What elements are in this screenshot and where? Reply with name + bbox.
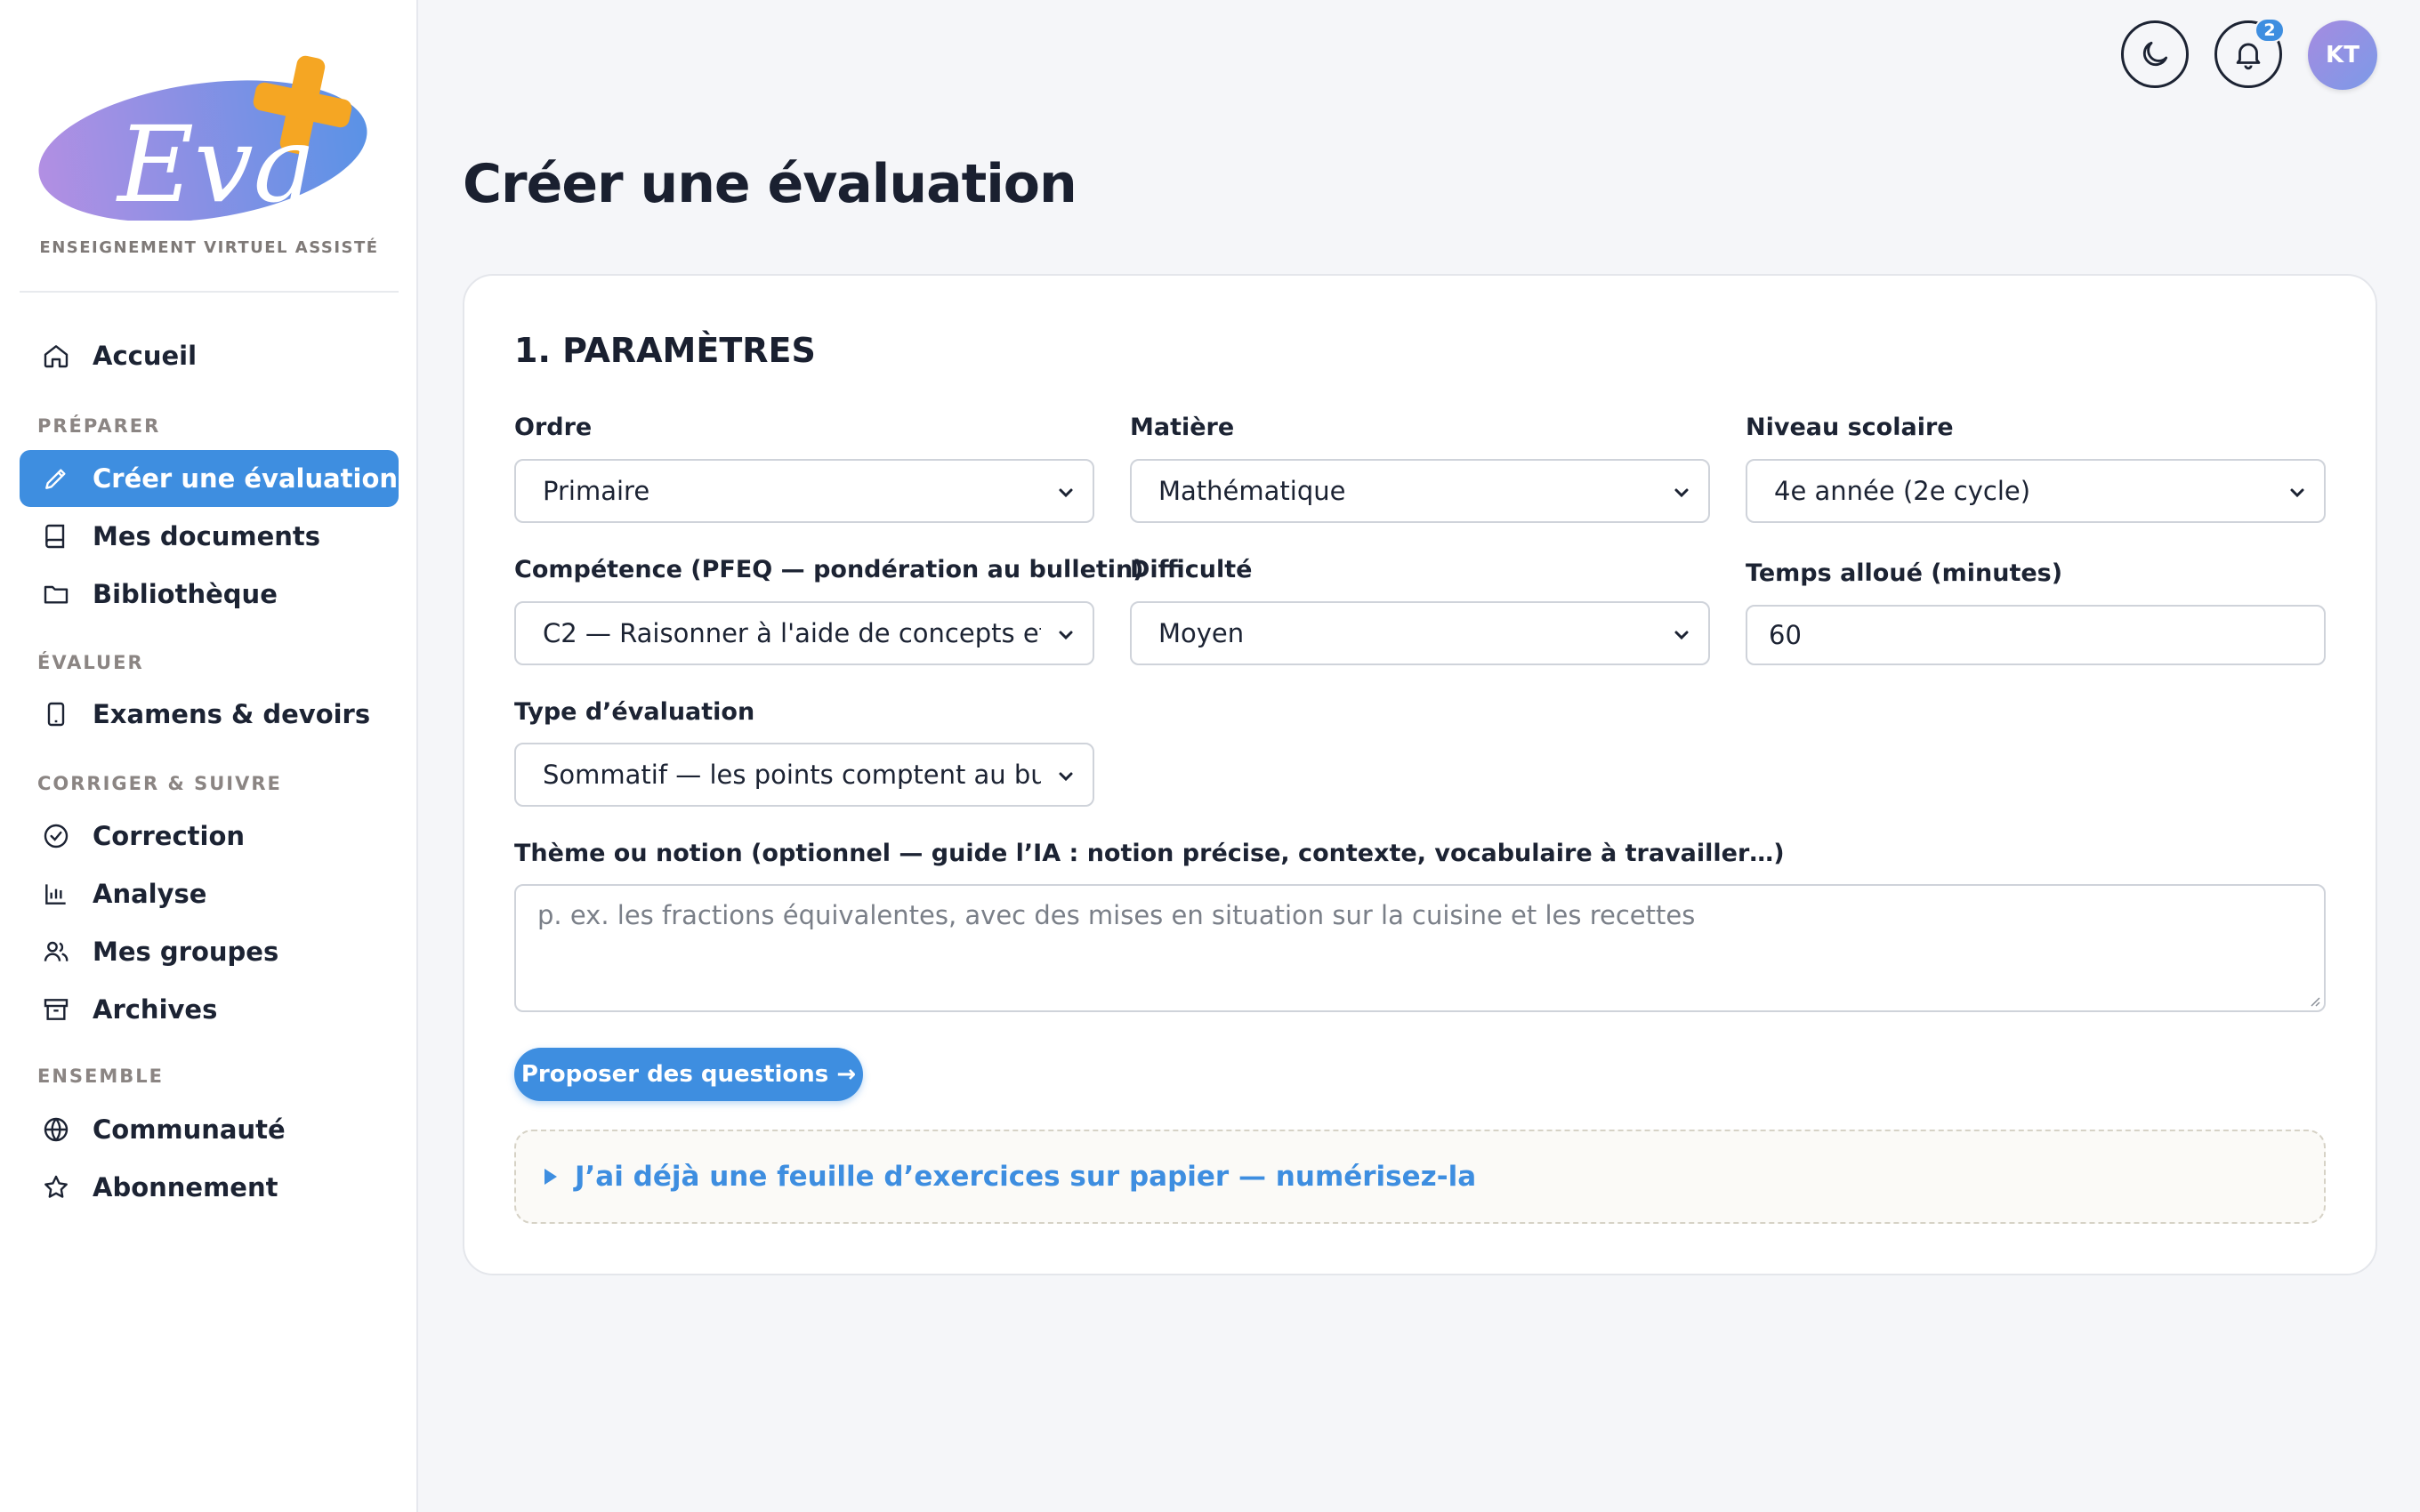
section-ensemble: ENSEMBLE xyxy=(37,1066,165,1087)
sidebar-item-mes-documents[interactable]: Mes documents xyxy=(20,508,399,565)
sidebar-item-label: Bibliothèque xyxy=(93,579,278,609)
bar-chart-icon xyxy=(41,879,71,909)
section-evaluer: ÉVALUER xyxy=(37,652,144,673)
resize-handle-icon[interactable] xyxy=(2308,994,2320,1007)
sidebar-item-accueil[interactable]: Accueil xyxy=(20,327,399,384)
notifications-button[interactable]: 2 xyxy=(2214,18,2285,88)
chevron-down-icon xyxy=(2290,488,2304,498)
type-label: Type d’évaluation xyxy=(514,698,755,726)
matiere-value: Mathématique xyxy=(1158,476,1346,506)
sidebar-item-archives[interactable]: Archives xyxy=(20,981,399,1038)
ordre-value: Primaire xyxy=(543,476,650,506)
section-title: 1. PARAMÈTRES xyxy=(514,331,816,370)
niveau-value: 4e année (2e cycle) xyxy=(1774,476,2031,506)
chevron-down-icon xyxy=(1674,631,1689,640)
sidebar-item-label: Correction xyxy=(93,821,246,851)
users-icon xyxy=(41,937,71,967)
difficulte-label: Difficulté xyxy=(1130,556,1253,583)
sidebar-item-label: Créer une évaluation xyxy=(93,463,399,494)
type-value: Sommatif — les points comptent au bullet… xyxy=(543,760,1041,790)
check-circle-icon xyxy=(41,821,71,851)
sidebar-item-label: Examens & devoirs xyxy=(93,699,371,729)
sidebar-item-communaute[interactable]: Communauté xyxy=(20,1101,399,1158)
brand-tagline: ENSEIGNEMENT VIRTUEL ASSISTÉ xyxy=(39,238,379,257)
logo-text: Eva xyxy=(116,103,316,221)
section-preparer: PRÉPARER xyxy=(37,415,161,437)
theme-label: Thème ou notion (optionnel — guide l’IA … xyxy=(514,840,1785,867)
sidebar-item-label: Communauté xyxy=(93,1114,286,1145)
eva-logo[interactable]: Eva xyxy=(36,52,383,226)
globe-icon xyxy=(41,1114,71,1145)
ordre-select[interactable]: Primaire xyxy=(514,459,1094,523)
user-avatar[interactable]: KT xyxy=(2308,20,2377,90)
home-icon xyxy=(41,341,71,371)
difficulte-select[interactable]: Moyen xyxy=(1130,601,1710,665)
chevron-down-icon xyxy=(1674,488,1689,498)
sidebar: Eva ENSEIGNEMENT VIRTUEL ASSISTÉ Accueil… xyxy=(0,0,418,1512)
star-icon xyxy=(41,1172,71,1202)
theme-placeholder: p. ex. les fractions équivalentes, avec … xyxy=(537,900,1696,930)
disclosure-triangle-icon xyxy=(544,1169,557,1185)
book-icon xyxy=(41,521,71,551)
propose-questions-button[interactable]: Proposer des questions → xyxy=(514,1048,863,1101)
scan-worksheet-disclosure[interactable]: J’ai déjà une feuille d’exercices sur pa… xyxy=(514,1130,2326,1224)
sidebar-item-label: Mes groupes xyxy=(93,937,279,967)
pencil-icon xyxy=(41,463,71,494)
competence-value: C2 — Raisonner à l'aide de concepts et d… xyxy=(543,618,1041,648)
sidebar-item-correction[interactable]: Correction xyxy=(20,808,399,865)
niveau-select[interactable]: 4e année (2e cycle) xyxy=(1746,459,2326,523)
niveau-label: Niveau scolaire xyxy=(1746,414,1954,441)
sidebar-item-creer-evaluation[interactable]: Créer une évaluation xyxy=(20,450,399,507)
matiere-select[interactable]: Mathématique xyxy=(1130,459,1710,523)
ordre-label: Ordre xyxy=(514,414,593,441)
page-title: Créer une évaluation xyxy=(463,153,1077,215)
sidebar-item-label: Accueil xyxy=(93,341,198,371)
scan-worksheet-label: J’ai déjà une feuille d’exercices sur pa… xyxy=(575,1161,1477,1193)
sidebar-item-label: Mes documents xyxy=(93,521,321,551)
dark-mode-toggle[interactable] xyxy=(2121,20,2189,88)
tablet-icon xyxy=(41,699,71,729)
matiere-label: Matière xyxy=(1130,414,1235,441)
archive-icon xyxy=(41,994,71,1025)
temps-label: Temps alloué (minutes) xyxy=(1746,559,2063,587)
folder-icon xyxy=(41,579,71,609)
sidebar-item-examens-devoirs[interactable]: Examens & devoirs xyxy=(20,686,399,743)
sidebar-item-abonnement[interactable]: Abonnement xyxy=(20,1159,399,1216)
temps-input[interactable]: 60 xyxy=(1746,605,2326,665)
chevron-down-icon xyxy=(1059,772,1073,782)
bell-icon xyxy=(2236,43,2261,70)
competence-label: Compétence (PFEQ — pondération au bullet… xyxy=(514,556,1144,583)
chevron-down-icon xyxy=(1059,488,1073,498)
sidebar-item-analyse[interactable]: Analyse xyxy=(20,865,399,922)
difficulte-value: Moyen xyxy=(1158,618,1245,648)
sidebar-item-bibliotheque[interactable]: Bibliothèque xyxy=(20,566,399,623)
sidebar-item-mes-groupes[interactable]: Mes groupes xyxy=(20,923,399,980)
type-select[interactable]: Sommatif — les points comptent au bullet… xyxy=(514,743,1094,807)
competence-select[interactable]: C2 — Raisonner à l'aide de concepts et d… xyxy=(514,601,1094,665)
sidebar-divider xyxy=(20,291,399,293)
chevron-down-icon xyxy=(1059,631,1073,640)
sidebar-item-label: Analyse xyxy=(93,879,207,909)
sidebar-item-label: Archives xyxy=(93,994,218,1025)
notification-badge: 2 xyxy=(2255,18,2285,43)
temps-value: 60 xyxy=(1769,620,1802,650)
section-corriger-suivre: CORRIGER & SUIVRE xyxy=(37,773,282,794)
sidebar-item-label: Abonnement xyxy=(93,1172,278,1202)
theme-textarea[interactable]: p. ex. les fractions équivalentes, avec … xyxy=(514,884,2326,1012)
moon-icon xyxy=(2142,41,2168,67)
